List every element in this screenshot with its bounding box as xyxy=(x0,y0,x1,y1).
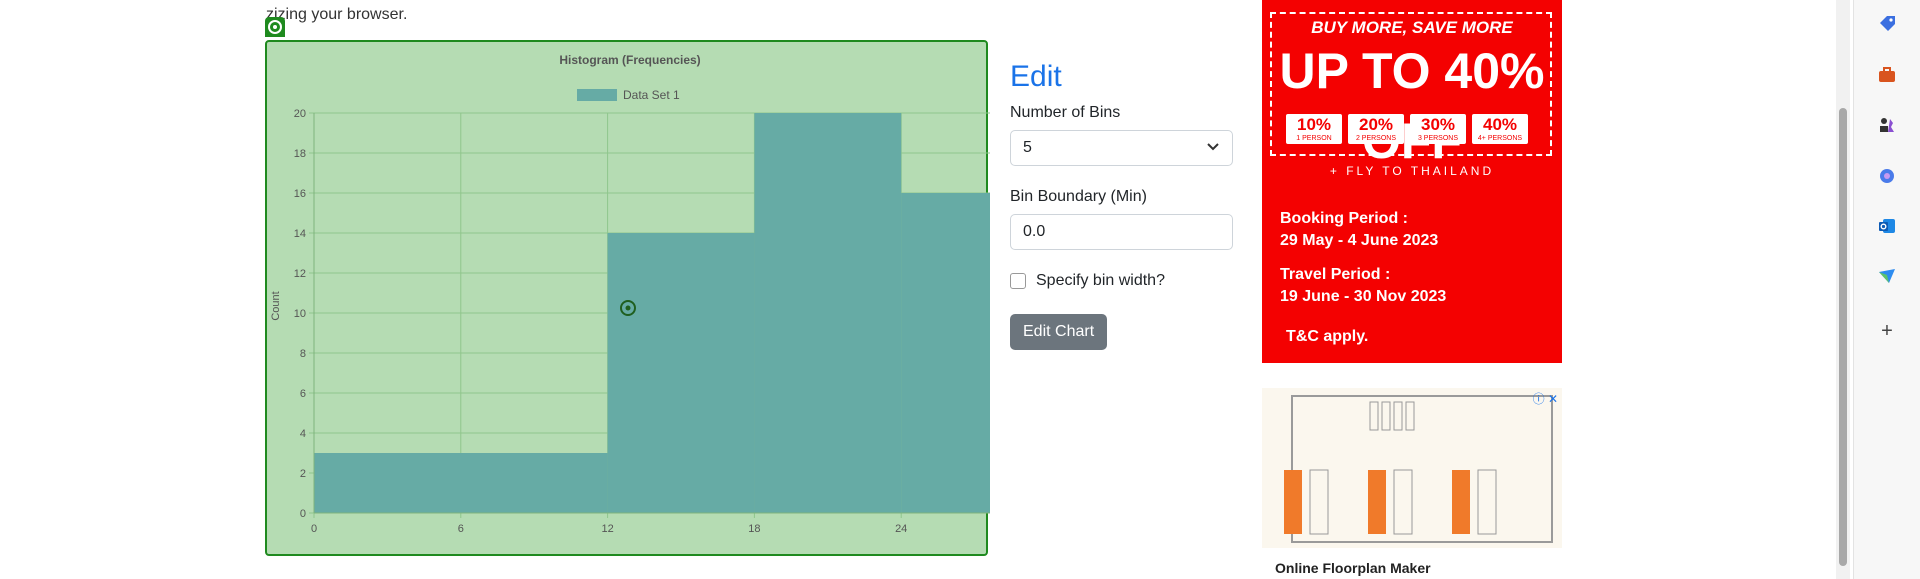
bin-width-checkbox[interactable] xyxy=(1010,273,1026,289)
chart-title: Histogram (Frequencies) xyxy=(559,53,700,67)
bin-width-option[interactable]: Specify bin width? xyxy=(1010,272,1235,290)
edit-title: Edit xyxy=(1010,60,1062,93)
plus-icon[interactable]: + xyxy=(1875,319,1899,343)
bins-select-value: 5 xyxy=(1023,139,1032,156)
travel-label: Travel Period : xyxy=(1280,266,1391,283)
bin-width-label: Specify bin width? xyxy=(1036,272,1165,289)
promo-tiers: 10% 1 PERSON 20% 2 PERSONS 30% 3 PERSONS 40… xyxy=(1286,114,1528,144)
y-axis-label: Count xyxy=(270,291,282,320)
tc-text: T&C apply. xyxy=(1286,328,1369,345)
browser-sidebar: + xyxy=(1853,0,1920,579)
y-tick-label: 10 xyxy=(294,308,306,320)
outlook-icon[interactable] xyxy=(1875,214,1899,238)
y-tick-label: 0 xyxy=(300,508,306,520)
promo-fly-text: + FLY TO THAILAND xyxy=(1329,164,1495,178)
intro-text: zizing your browser. xyxy=(266,6,408,23)
chess-icon[interactable] xyxy=(1875,113,1899,137)
histogram-bar[interactable] xyxy=(607,233,755,513)
copilot-icon[interactable] xyxy=(1875,164,1899,188)
travel-dates: 19 June - 30 Nov 2023 xyxy=(1280,288,1447,305)
selection-badge-icon[interactable] xyxy=(265,17,285,37)
x-tick-label: 12 xyxy=(601,523,613,535)
boundary-label: Bin Boundary (Min) xyxy=(1010,188,1147,205)
y-tick-label: 20 xyxy=(294,108,306,120)
booking-dates: 29 May - 4 June 2023 xyxy=(1280,232,1439,249)
promo-tier: 10% 1 PERSON xyxy=(1286,114,1342,144)
edit-chart-button[interactable]: Edit Chart xyxy=(1010,314,1108,350)
x-tick-label: 6 xyxy=(458,523,464,535)
send-icon[interactable] xyxy=(1875,264,1899,288)
promo-tier: 30% 3 PERSONS xyxy=(1410,114,1466,144)
promo-headline: BUY MORE, SAVE MORE xyxy=(1311,18,1513,37)
bins-select[interactable]: 5 xyxy=(1010,130,1233,166)
ad-info-close-icon[interactable]: ⓘ ✕ xyxy=(1533,390,1558,407)
briefcase-icon[interactable] xyxy=(1875,63,1899,87)
tag-icon[interactable] xyxy=(1875,12,1899,36)
floorplan-image xyxy=(1262,388,1562,548)
y-tick-label: 16 xyxy=(294,188,306,200)
y-tick-label: 12 xyxy=(294,268,306,280)
histogram-bar[interactable] xyxy=(754,113,902,513)
boundary-input[interactable]: 0.0 xyxy=(1010,214,1233,250)
chevron-down-icon xyxy=(1206,139,1220,158)
bins-label: Number of Bins xyxy=(1010,104,1121,121)
x-tick-label: 0 xyxy=(311,523,317,535)
histogram-bar[interactable] xyxy=(314,453,608,513)
ad-caption: Online Floorplan Maker xyxy=(1275,560,1431,576)
legend-label[interactable]: Data Set 1 xyxy=(623,88,680,102)
ad-banner-floorplan[interactable]: ⓘ ✕ Online Floorplan Maker xyxy=(1262,388,1562,579)
x-tick-label: 24 xyxy=(895,523,907,535)
histogram-bar[interactable] xyxy=(901,193,990,513)
y-tick-label: 18 xyxy=(294,148,306,160)
ad-banner-promo[interactable]: BUY MORE, SAVE MORE UP TO 40% OFF 10%1 P… xyxy=(1262,0,1562,363)
scrollbar-thumb[interactable] xyxy=(1839,108,1847,566)
x-tick-label: 18 xyxy=(748,523,760,535)
y-tick-label: 8 xyxy=(300,348,306,360)
booking-label: Booking Period : xyxy=(1280,210,1408,227)
edit-panel: Edit Number of Bins 5 Bin Boundary (Min)… xyxy=(1010,60,1235,350)
promo-big-text: UP TO 40% OFF xyxy=(1279,43,1545,169)
promo-tier: 40% 4+ PERSONS xyxy=(1472,114,1528,144)
y-tick-label: 6 xyxy=(300,388,306,400)
histogram-chart: Histogram (Frequencies) Data Set 1 Count… xyxy=(270,53,990,535)
legend-swatch xyxy=(577,89,617,101)
y-tick-label: 2 xyxy=(300,468,306,480)
boundary-input-value: 0.0 xyxy=(1023,223,1046,240)
promo-tier: 20% 2 PERSONS xyxy=(1348,114,1404,144)
y-tick-label: 4 xyxy=(300,428,306,440)
y-tick-label: 14 xyxy=(294,228,306,240)
chart-frame: Histogram (Frequencies) Data Set 1 Count… xyxy=(265,40,990,556)
